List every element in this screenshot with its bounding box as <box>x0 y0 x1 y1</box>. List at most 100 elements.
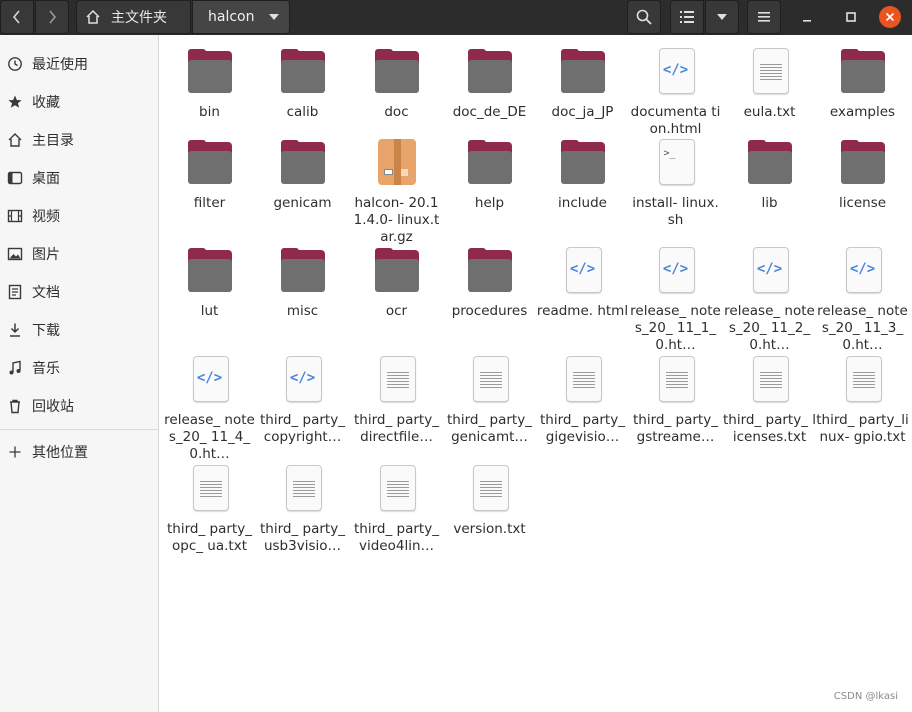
file-item[interactable]: misc <box>256 247 349 320</box>
file-item[interactable]: third_ party_linux- gpio.txt <box>816 356 909 446</box>
file-item[interactable]: third_ party_ video4lin… <box>350 465 443 555</box>
file-item[interactable]: lut <box>163 247 256 320</box>
star-icon <box>7 94 23 110</box>
sidebar-item-trash[interactable]: 回收站 <box>0 391 158 421</box>
file-item[interactable]: doc <box>350 48 443 121</box>
text-file-icon <box>746 48 794 96</box>
file-item[interactable]: eula.txt <box>723 48 816 121</box>
html-file-icon: </> <box>186 356 234 404</box>
search-button[interactable] <box>627 0 661 34</box>
file-item[interactable]: help <box>443 139 536 212</box>
file-item[interactable]: </> release_ notes_20_ 11_3_0.ht… <box>816 247 909 354</box>
sidebar-item-label: 主目录 <box>32 133 74 149</box>
home-icon <box>86 9 100 24</box>
sidebar-item-documents[interactable]: 文档 <box>0 277 158 307</box>
file-item[interactable]: third_ party_opc_ ua.txt <box>163 465 256 555</box>
image-icon <box>7 246 23 262</box>
folder-icon <box>466 139 514 187</box>
file-item[interactable]: </> third_ party_ copyright… <box>256 356 349 446</box>
file-name: release_ notes_20_ 11_1_0.ht… <box>630 303 721 353</box>
file-item[interactable]: third_ party_ licenses.txt <box>723 356 816 446</box>
text-file-icon <box>373 465 421 513</box>
file-item[interactable]: filter <box>163 139 256 212</box>
folder-icon <box>279 247 327 295</box>
file-item[interactable]: bin <box>163 48 256 121</box>
file-name: misc <box>286 303 319 319</box>
file-name: release_ notes_20_ 11_4_0.ht… <box>164 412 255 462</box>
home-icon <box>7 132 23 148</box>
file-item[interactable]: >_ install- linux.sh <box>629 139 722 229</box>
file-item[interactable]: genicam <box>256 139 349 212</box>
sidebar-item-label: 文档 <box>32 285 60 301</box>
header-bar: 主文件夹 halcon <box>0 0 912 35</box>
file-item[interactable]: calib <box>256 48 349 121</box>
archive-icon <box>373 139 421 187</box>
html-file-icon: </> <box>559 247 607 295</box>
path-current-button[interactable]: halcon <box>192 0 290 34</box>
file-item[interactable]: </> readme. html <box>536 247 629 320</box>
folder-icon <box>279 48 327 96</box>
folder-icon <box>279 139 327 187</box>
text-file-icon <box>373 356 421 404</box>
maximize-button[interactable] <box>840 6 862 28</box>
file-item[interactable]: </> documenta tion.html <box>629 48 722 138</box>
file-item[interactable]: license <box>816 139 909 212</box>
view-options-button[interactable] <box>705 0 739 34</box>
file-item[interactable]: </> release_ notes_20_ 11_1_0.ht… <box>629 247 722 354</box>
sidebar-item-other-locations[interactable]: 其他位置 <box>0 437 158 467</box>
sidebar-item-label: 图片 <box>32 247 60 263</box>
file-item[interactable]: include <box>536 139 629 212</box>
sidebar-item-starred[interactable]: 收藏 <box>0 87 158 117</box>
text-file-icon <box>186 465 234 513</box>
file-item[interactable]: third_ party_ usb3visio… <box>256 465 349 555</box>
download-icon <box>7 322 23 338</box>
file-item[interactable]: procedures <box>443 247 536 320</box>
sidebar-item-videos[interactable]: 视频 <box>0 201 158 231</box>
file-name: calib <box>286 104 319 120</box>
main-menu-button[interactable] <box>747 0 781 34</box>
html-file-icon: </> <box>746 247 794 295</box>
file-name: help <box>474 195 505 211</box>
file-item[interactable]: ocr <box>350 247 443 320</box>
file-item[interactable]: </> release_ notes_20_ 11_2_0.ht… <box>723 247 816 354</box>
forward-button[interactable] <box>35 0 69 34</box>
file-item[interactable]: lib <box>723 139 816 212</box>
file-item[interactable]: third_ party_ gigevisio… <box>536 356 629 446</box>
file-item[interactable]: halcon- 20.11.4.0- linux.tar.gz <box>350 139 443 246</box>
folder-icon <box>466 48 514 96</box>
folder-icon <box>746 139 794 187</box>
sidebar-item-music[interactable]: 音乐 <box>0 353 158 383</box>
hamburger-menu-icon <box>758 12 770 22</box>
file-item[interactable]: version.txt <box>443 465 536 538</box>
sidebar-item-label: 其他位置 <box>32 445 88 461</box>
file-item[interactable]: third_ party_ gstreame… <box>629 356 722 446</box>
path-home-button[interactable]: 主文件夹 <box>76 0 191 34</box>
sidebar-item-pictures[interactable]: 图片 <box>0 239 158 269</box>
file-item[interactable]: doc_de_DE <box>443 48 536 121</box>
file-name: examples <box>829 104 896 120</box>
sidebar-item-home[interactable]: 主目录 <box>0 125 158 155</box>
sidebar-item-recent[interactable]: 最近使用 <box>0 49 158 79</box>
folder-icon <box>559 48 607 96</box>
file-name: third_ party_ gigevisio… <box>540 412 625 445</box>
file-item[interactable]: third_ party_ directfile… <box>350 356 443 446</box>
file-item[interactable]: examples <box>816 48 909 121</box>
file-item[interactable]: doc_ja_JP <box>536 48 629 121</box>
file-name: doc_ja_JP <box>551 104 614 120</box>
sidebar-item-label: 视频 <box>32 209 60 225</box>
list-view-button[interactable] <box>670 0 704 34</box>
plus-icon <box>7 444 23 460</box>
file-name: include <box>558 195 607 211</box>
file-name: third_ party_ copyright… <box>260 412 345 445</box>
close-button[interactable] <box>879 6 901 28</box>
file-item[interactable]: </> release_ notes_20_ 11_4_0.ht… <box>163 356 256 463</box>
file-item[interactable]: third_ party_ genicamt… <box>443 356 536 446</box>
file-name: filter <box>193 195 226 211</box>
file-name: third_ party_ video4lin… <box>354 521 439 554</box>
back-button[interactable] <box>0 0 34 34</box>
sidebar-item-desktop[interactable]: 桌面 <box>0 163 158 193</box>
minimize-button[interactable] <box>796 6 818 28</box>
sidebar-item-downloads[interactable]: 下载 <box>0 315 158 345</box>
music-icon <box>7 360 23 376</box>
html-file-icon: </> <box>652 48 700 96</box>
